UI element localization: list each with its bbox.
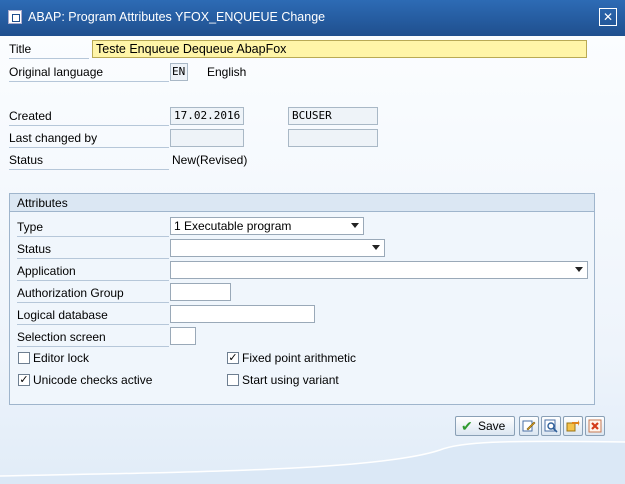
logical-database-field[interactable] bbox=[170, 305, 315, 323]
title-label: Title bbox=[9, 40, 89, 59]
close-icon[interactable]: ✕ bbox=[599, 8, 617, 26]
unicode-checks-label: Unicode checks active bbox=[33, 373, 153, 387]
fixed-point-checkbox[interactable]: ✓ bbox=[227, 352, 239, 364]
fixed-point-label: Fixed point arithmetic bbox=[242, 351, 357, 365]
find-button[interactable] bbox=[541, 416, 561, 436]
attributes-group: Attributes Type 1 Executable program Sta… bbox=[9, 193, 595, 405]
original-language-code: EN bbox=[170, 63, 188, 81]
original-language-label: Original language bbox=[9, 63, 169, 82]
application-dropdown[interactable] bbox=[170, 261, 588, 279]
cancel-button[interactable] bbox=[585, 416, 605, 436]
title-field[interactable]: Teste Enqueue Dequeue AbapFox bbox=[92, 40, 587, 58]
window-icon bbox=[8, 10, 22, 24]
chevron-down-icon[interactable] bbox=[575, 267, 583, 272]
original-language-name: English bbox=[207, 65, 247, 79]
save-button[interactable]: ✔ Save bbox=[455, 416, 515, 436]
attributes-header: Attributes bbox=[10, 194, 594, 212]
editor-lock-checkbox[interactable] bbox=[18, 352, 30, 364]
edit-icon bbox=[522, 420, 536, 432]
start-variant-label: Start using variant bbox=[242, 373, 339, 387]
status-label: Status bbox=[9, 151, 169, 170]
transfer-icon bbox=[566, 420, 580, 432]
type-dropdown-value: 1 Executable program bbox=[174, 219, 292, 233]
logical-database-label: Logical database bbox=[17, 306, 169, 325]
cancel-icon bbox=[588, 419, 602, 433]
type-dropdown[interactable]: 1 Executable program bbox=[170, 217, 364, 235]
authorization-group-label: Authorization Group bbox=[17, 284, 169, 303]
selection-screen-field[interactable] bbox=[170, 327, 196, 345]
transfer-button[interactable] bbox=[563, 416, 583, 436]
start-variant-checkbox[interactable] bbox=[227, 374, 239, 386]
last-changed-label: Last changed by bbox=[9, 129, 169, 148]
created-label: Created bbox=[9, 107, 169, 126]
created-user: BCUSER bbox=[288, 107, 378, 125]
check-icon: ✔ bbox=[461, 418, 473, 434]
type-label: Type bbox=[17, 218, 169, 237]
status-value: New(Revised) bbox=[172, 153, 248, 167]
chevron-down-icon[interactable] bbox=[351, 223, 359, 228]
last-changed-user bbox=[288, 129, 378, 147]
find-icon bbox=[544, 419, 558, 433]
status-dropdown[interactable] bbox=[170, 239, 385, 257]
attr-status-label: Status bbox=[17, 240, 169, 259]
window-title-bar: ABAP: Program Attributes YFOX_ENQUEUE Ch… bbox=[0, 0, 625, 36]
last-changed-date bbox=[170, 129, 244, 147]
editor-lock-label: Editor lock bbox=[33, 351, 90, 365]
application-label: Application bbox=[17, 262, 169, 281]
edit-button[interactable] bbox=[519, 416, 539, 436]
chevron-down-icon[interactable] bbox=[372, 245, 380, 250]
created-date: 17.02.2016 bbox=[170, 107, 244, 125]
unicode-checks-checkbox[interactable]: ✓ bbox=[18, 374, 30, 386]
authorization-group-field[interactable] bbox=[170, 283, 231, 301]
save-button-label: Save bbox=[478, 419, 506, 433]
selection-screen-label: Selection screen bbox=[17, 328, 169, 347]
window-title: ABAP: Program Attributes YFOX_ENQUEUE Ch… bbox=[28, 10, 326, 24]
decorative-wave bbox=[0, 440, 625, 484]
